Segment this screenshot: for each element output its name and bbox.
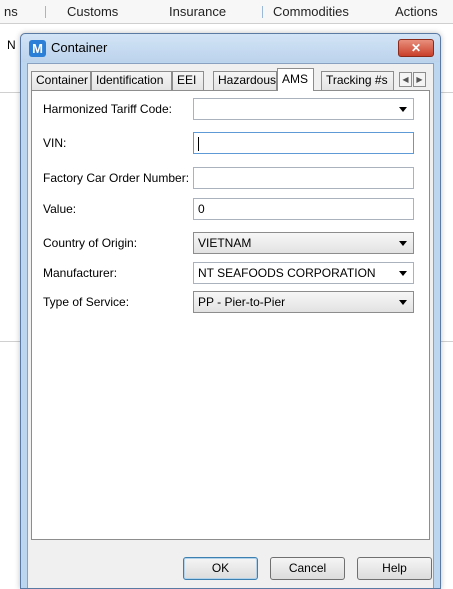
country-of-origin-value: VIETNAM	[198, 236, 252, 250]
hts-label: Harmonized Tariff Code:	[43, 102, 172, 116]
background-divider	[0, 92, 20, 93]
value-input[interactable]: 0	[193, 198, 414, 220]
chevron-down-icon	[399, 241, 407, 246]
text-caret	[198, 136, 199, 151]
menu-item-actions[interactable]: Actions	[395, 4, 438, 19]
vin-label: VIN:	[43, 136, 67, 150]
chevron-down-icon	[399, 271, 407, 276]
tab-tracking[interactable]: Tracking #s	[321, 71, 394, 90]
value-label: Value:	[43, 202, 77, 216]
container-dialog: M Container ✕ Container Identification E…	[20, 33, 441, 589]
chevron-down-icon	[399, 300, 407, 305]
tab-strip: Container Identification EEI Hazardous A…	[31, 68, 431, 91]
tab-hazardous[interactable]: Hazardous	[213, 71, 277, 90]
vin-input[interactable]	[193, 132, 414, 154]
dialog-titlebar[interactable]: M Container ✕	[21, 34, 440, 62]
tab-container[interactable]: Container	[31, 71, 91, 90]
tab-identification[interactable]: Identification	[91, 71, 172, 90]
type-of-service-value: PP - Pier-to-Pier	[198, 295, 286, 309]
ok-button[interactable]: OK	[183, 557, 258, 580]
tab-ams[interactable]: AMS	[277, 68, 314, 91]
tab-scroll-left-icon[interactable]: ◀	[399, 72, 412, 87]
app-logo-icon: M	[29, 40, 46, 57]
menu-item-partial[interactable]: ns	[4, 4, 18, 19]
manufacturer-dropdown[interactable]: NT SEAFOODS CORPORATION	[193, 262, 414, 284]
country-of-origin-label: Country of Origin:	[43, 236, 138, 250]
type-of-service-label: Type of Service:	[43, 295, 130, 309]
background-menubar: ns Customs Insurance Commodities Actions	[0, 0, 453, 24]
manufacturer-label: Manufacturer:	[43, 266, 118, 280]
tab-eei[interactable]: EEI	[172, 71, 204, 90]
dialog-client-area: Container Identification EEI Hazardous A…	[27, 63, 434, 588]
close-button[interactable]: ✕	[398, 39, 434, 57]
background-divider	[0, 341, 20, 342]
menu-item-commodities[interactable]: Commodities	[273, 4, 349, 19]
background-divider	[441, 92, 453, 93]
dialog-title: Container	[51, 40, 108, 55]
value-value: 0	[198, 202, 205, 216]
close-icon: ✕	[410, 41, 422, 55]
background-label: N	[7, 38, 16, 52]
ams-tab-panel: Harmonized Tariff Code: VIN: Factory Car…	[31, 90, 430, 540]
factory-car-order-label: Factory Car Order Number:	[43, 171, 190, 185]
cancel-button[interactable]: Cancel	[270, 557, 345, 580]
help-button[interactable]: Help	[357, 557, 432, 580]
menu-separator	[262, 6, 263, 18]
chevron-down-icon	[399, 107, 407, 112]
factory-car-order-input[interactable]	[193, 167, 414, 189]
country-of-origin-dropdown[interactable]: VIETNAM	[193, 232, 414, 254]
menu-item-customs[interactable]: Customs	[67, 4, 118, 19]
manufacturer-value: NT SEAFOODS CORPORATION	[198, 266, 376, 280]
menu-separator	[45, 6, 46, 18]
tab-scroll-right-icon[interactable]: ▶	[413, 72, 426, 87]
background-divider	[441, 341, 453, 342]
hts-dropdown[interactable]	[193, 98, 414, 120]
type-of-service-dropdown[interactable]: PP - Pier-to-Pier	[193, 291, 414, 313]
menu-item-insurance[interactable]: Insurance	[169, 4, 226, 19]
